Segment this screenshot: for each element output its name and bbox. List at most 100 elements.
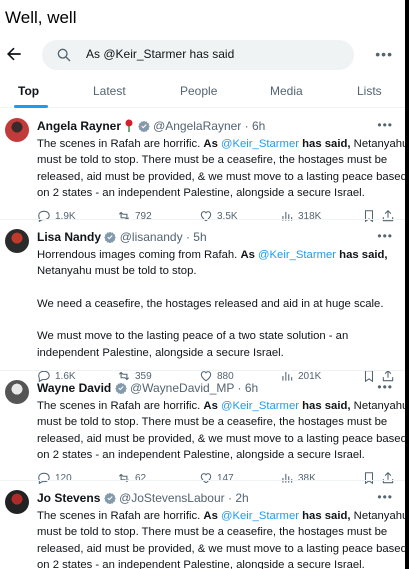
views-icon — [282, 212, 293, 221]
author-handle[interactable]: @WayneDavid_MP — [130, 381, 234, 395]
like-button[interactable]: 3.5K — [199, 209, 238, 223]
avatar[interactable] — [5, 229, 29, 253]
tweet-text-line: We must move to the lasting peace of a t… — [37, 328, 397, 344]
more-options-icon[interactable]: ••• — [377, 380, 393, 394]
author-handle[interactable]: @JoStevensLabour — [119, 491, 225, 505]
bold-text: As — [203, 138, 221, 150]
like-icon — [200, 211, 212, 222]
tweet-text: Horrendous images coming from Rafah. As … — [37, 247, 397, 361]
reply-icon — [38, 472, 50, 485]
tweet-separator — [0, 370, 405, 371]
tweet-text-line: independent Palestine, alongside a secur… — [37, 345, 397, 361]
caption-text: Well, well — [5, 8, 77, 27]
author-handle[interactable]: @lisanandy — [120, 230, 183, 244]
tweet-text-line: on 2 states - an independent Palestine, … — [37, 185, 397, 201]
more-options-icon[interactable]: ••• — [377, 118, 393, 132]
repost-button[interactable]: 62 — [117, 471, 146, 485]
author-handle[interactable]: @AngelaRayner — [153, 119, 241, 133]
author-name[interactable]: Lisa Nandy — [37, 230, 101, 244]
bookmark-icon — [364, 210, 374, 223]
tweet-text-line: must be told to stop. There must be a ce… — [37, 414, 397, 430]
repost-count: 359 — [135, 370, 152, 382]
tweet-time[interactable]: · 6h — [238, 381, 259, 395]
search-bar-row: As @Keir_Starmer has said ••• — [0, 40, 405, 70]
share-button[interactable] — [381, 209, 395, 223]
verified-badge-icon — [103, 492, 116, 504]
tweet-text: The scenes in Rafah are horrific. As @Ke… — [37, 398, 408, 463]
reply-button[interactable]: 1.9K — [37, 209, 76, 223]
bold-text: As — [203, 400, 221, 412]
text-segment: We need a ceasefire, the hostages releas… — [37, 297, 384, 310]
author-name[interactable]: Jo Stevens — [37, 491, 100, 505]
tweet-text-line — [37, 312, 397, 328]
mention-link[interactable]: @Keir_Starmer — [221, 138, 299, 150]
share-button[interactable] — [381, 471, 395, 485]
views-button[interactable]: 318K — [280, 209, 321, 223]
tweet-text-line: The scenes in Rafah are horrific. As @Ke… — [37, 398, 408, 414]
tweet-time[interactable]: · 5h — [186, 230, 207, 244]
bookmark-button[interactable] — [362, 369, 376, 383]
text-segment: The scenes in Rafah are horrific. — [37, 138, 204, 150]
reply-count: 120 — [55, 472, 72, 484]
mention-link[interactable]: @Keir_Starmer — [221, 510, 299, 522]
tweet-time[interactable]: · 2h — [228, 491, 249, 505]
tweet-text-line: The scenes in Rafah are horrific. As @Ke… — [37, 508, 408, 524]
tweet-text: The scenes in Rafah are horrific. As @Ke… — [37, 136, 408, 201]
share-icon — [382, 472, 394, 484]
tweet-text-line: released, aid must be provided, & we mus… — [37, 169, 407, 185]
author-name[interactable]: Wayne David — [37, 381, 111, 395]
tweet-time[interactable]: · 6h — [245, 119, 266, 133]
text-segment: The scenes in Rafah are horrific. — [37, 400, 204, 412]
like-count: 3.5K — [217, 210, 238, 222]
tweet-text-line: on 2 states - an independent Palestine, … — [37, 557, 397, 569]
text-segment: must be told to stop. There must be a ce… — [37, 416, 388, 429]
more-options-icon[interactable]: ••• — [377, 229, 393, 243]
author-name[interactable]: Angela Rayner — [37, 119, 121, 133]
tweet-header: Wayne David @WayneDavid_MP · 6h — [37, 381, 258, 395]
repost-button[interactable]: 792 — [117, 209, 152, 223]
tweet-header: Lisa Nandy @lisanandy · 5h — [37, 230, 207, 244]
repost-count: 792 — [135, 210, 152, 222]
tweet-text-line: We need a ceasefire, the hostages releas… — [37, 296, 397, 312]
tweet-header: Jo Stevens @JoStevensLabour · 2h — [37, 491, 249, 505]
back-arrow-icon[interactable] — [4, 44, 24, 64]
reply-count: 1.6K — [55, 370, 76, 382]
like-button[interactable]: 147 — [199, 471, 234, 485]
bold-text: has said, — [299, 138, 351, 150]
tab-media[interactable]: Media — [270, 84, 303, 98]
tweet-separator — [0, 480, 405, 481]
avatar[interactable] — [5, 380, 29, 404]
search-input[interactable]: As @Keir_Starmer has said — [42, 40, 354, 70]
views-button[interactable]: 201K — [280, 369, 321, 383]
avatar[interactable] — [5, 118, 29, 142]
bold-text: As — [203, 510, 221, 522]
mention-link[interactable]: @Keir_Starmer — [221, 400, 299, 412]
tweet-text-line: released, aid must be provided, & we mus… — [37, 431, 407, 447]
reply-icon — [38, 210, 50, 223]
bold-text: has said, — [336, 249, 388, 261]
views-button[interactable]: 38K — [280, 471, 316, 485]
tab-lists[interactable]: Lists — [357, 84, 382, 98]
tab-latest[interactable]: Latest — [93, 84, 126, 98]
like-icon — [200, 473, 212, 484]
bold-text: has said, — [299, 510, 351, 522]
more-options-icon[interactable]: ••• — [375, 46, 393, 62]
avatar[interactable] — [5, 490, 29, 514]
more-options-icon[interactable]: ••• — [377, 490, 393, 504]
mention-link[interactable]: @Keir_Starmer — [258, 249, 336, 261]
tweet-text-line: released, aid must be provided, & we mus… — [37, 541, 407, 557]
bookmark-button[interactable] — [362, 471, 376, 485]
reply-button[interactable]: 120 — [37, 471, 72, 485]
views-count: 201K — [298, 370, 322, 382]
reply-count: 1.9K — [55, 210, 76, 222]
bookmark-button[interactable] — [362, 209, 376, 223]
bold-text: As — [240, 249, 259, 261]
views-icon — [282, 474, 293, 483]
tweet-text-line — [37, 280, 397, 296]
tweet-text-line: on 2 states - an independent Palestine, … — [37, 447, 397, 463]
rose-icon — [125, 119, 133, 132]
text-segment: on 2 states - an independent Palestine, … — [37, 186, 365, 199]
tab-top[interactable]: Top — [18, 84, 39, 98]
tab-people[interactable]: People — [180, 84, 217, 98]
bold-text: has said, — [299, 400, 351, 412]
